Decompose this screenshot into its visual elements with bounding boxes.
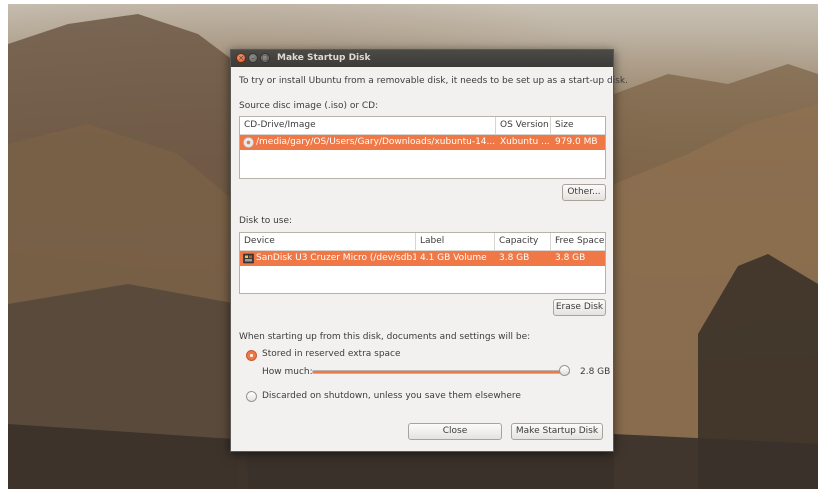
make-startup-disk-dialog: × – □ Make Startup Disk To try or instal… bbox=[230, 49, 628, 452]
column-header-label[interactable]: Label bbox=[416, 233, 495, 250]
column-header-device[interactable]: Device bbox=[240, 233, 416, 250]
disk-free-space: 3.8 GB bbox=[555, 253, 586, 263]
column-header-os-version[interactable]: OS Version bbox=[496, 117, 551, 134]
window-minimize-button[interactable]: – bbox=[248, 53, 258, 63]
disk-list[interactable]: Device Label Capacity Free Space SanDisk… bbox=[239, 232, 606, 294]
disk-capacity: 3.8 GB bbox=[499, 253, 530, 263]
table-row[interactable]: /media/gary/OS/Users/Gary/Downloads/xubu… bbox=[240, 135, 605, 150]
source-os-version: Xubuntu ... bbox=[500, 137, 550, 147]
table-row[interactable]: SanDisk U3 Cruzer Micro (/dev/sdb1) 4.1 … bbox=[240, 251, 605, 266]
source-section-label: Source disc image (.iso) or CD: bbox=[239, 101, 379, 111]
slider-handle[interactable] bbox=[559, 365, 571, 376]
disk-section-label: Disk to use: bbox=[239, 216, 293, 226]
persistence-label: When starting up from this disk, documen… bbox=[239, 332, 531, 342]
maximize-icon: □ bbox=[261, 54, 269, 62]
stored-radio[interactable] bbox=[246, 350, 257, 361]
column-header-size[interactable]: Size bbox=[551, 117, 607, 134]
column-header-capacity[interactable]: Capacity bbox=[495, 233, 551, 250]
source-image-path: /media/gary/OS/Users/Gary/Downloads/xubu… bbox=[256, 137, 496, 147]
erase-disk-button[interactable]: Erase Disk bbox=[553, 299, 606, 316]
title-bar[interactable]: × – □ Make Startup Disk bbox=[231, 50, 613, 67]
column-header-free-space[interactable]: Free Space bbox=[551, 233, 607, 250]
source-table-header: CD-Drive/Image OS Version Size bbox=[240, 117, 605, 135]
source-image-list[interactable]: CD-Drive/Image OS Version Size /media/ga… bbox=[239, 116, 606, 179]
source-size: 979.0 MB bbox=[555, 137, 598, 147]
other-button[interactable]: Other... bbox=[562, 184, 606, 201]
minimize-icon: – bbox=[251, 54, 255, 62]
close-icon: × bbox=[238, 54, 244, 62]
intro-text: To try or install Ubuntu from a removabl… bbox=[239, 76, 628, 86]
close-button[interactable]: Close bbox=[408, 423, 502, 440]
radio-selected-dot bbox=[250, 354, 253, 357]
discard-option-label[interactable]: Discarded on shutdown, unless you save t… bbox=[262, 391, 521, 401]
slider-value: 2.8 GB bbox=[580, 367, 611, 377]
window-close-button[interactable]: × bbox=[236, 53, 246, 63]
window-maximize-button[interactable]: □ bbox=[260, 53, 270, 63]
slider-fill bbox=[313, 371, 564, 373]
stored-option-label[interactable]: Stored in reserved extra space bbox=[262, 349, 401, 359]
persistence-size-slider[interactable] bbox=[312, 370, 570, 374]
discard-radio[interactable] bbox=[246, 391, 257, 402]
disk-volume-label: 4.1 GB Volume bbox=[420, 253, 487, 263]
how-much-label: How much: bbox=[262, 367, 313, 377]
column-header-image[interactable]: CD-Drive/Image bbox=[240, 117, 496, 134]
window-title: Make Startup Disk bbox=[277, 53, 371, 63]
disk-table-header: Device Label Capacity Free Space bbox=[240, 233, 605, 251]
make-startup-disk-button[interactable]: Make Startup Disk bbox=[511, 423, 603, 440]
disk-device: SanDisk U3 Cruzer Micro (/dev/sdb1) bbox=[256, 253, 416, 263]
